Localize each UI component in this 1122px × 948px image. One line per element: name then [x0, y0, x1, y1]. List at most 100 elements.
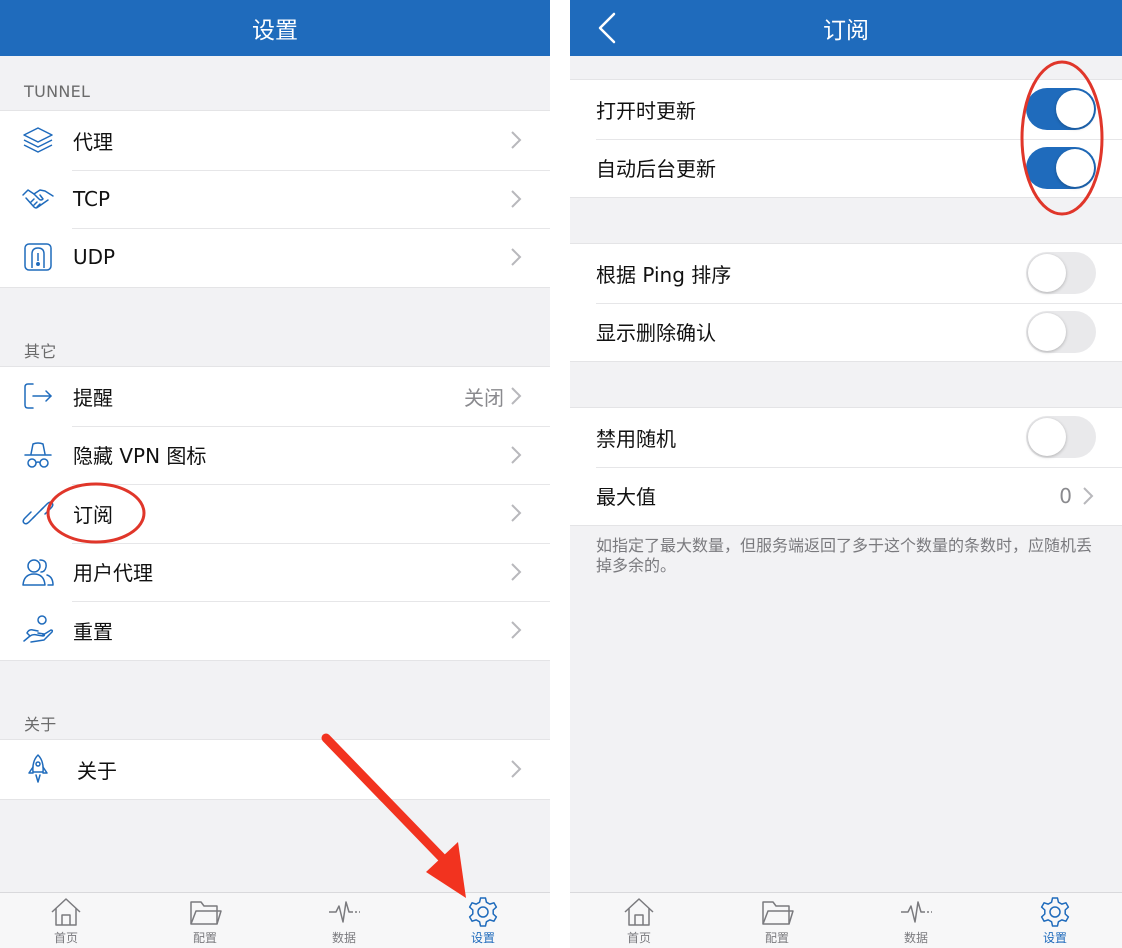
setting-update-on-open: 打开时更新 [570, 80, 1122, 139]
other-group: 提醒 关闭 隐藏 VPN 图标 订阅 用户代理 重置 [0, 366, 550, 661]
tunnel-icon [20, 239, 56, 275]
subscription-nav-bar: 订阅 [570, 0, 1122, 56]
tab-label: 数据 [903, 931, 928, 945]
disable-random-toggle[interactable] [1026, 416, 1096, 459]
tab-label: 配置 [192, 931, 217, 945]
settings-item-label: 用户代理 [73, 561, 153, 586]
setting-label: 禁用随机 [596, 426, 676, 451]
chevron-right-icon [511, 760, 522, 778]
chevron-right-icon [511, 248, 522, 266]
users-icon [20, 554, 56, 590]
alert-status-value: 关闭 [464, 385, 504, 410]
settings-item-label: TCP [73, 186, 111, 211]
settings-nav-bar: 设置 [0, 0, 550, 56]
tunnel-group: 代理 TCP UDP [0, 110, 550, 288]
rocket-icon [20, 751, 56, 787]
setting-max-value[interactable]: 最大值 0 [570, 466, 1122, 526]
tab-label: 设置 [470, 931, 495, 945]
settings-item-label: 代理 [73, 129, 113, 154]
home-icon [624, 898, 654, 926]
max-value-footnote: 如指定了最大数量，但服务端返回了多于这个数量的条数时，应随机丢掉多余的。 [596, 536, 1093, 575]
setting-auto-background-update: 自动后台更新 [570, 138, 1122, 198]
folder-icon [762, 901, 794, 925]
tab-settings[interactable]: 设置 [453, 896, 513, 948]
setting-label: 最大值 [596, 485, 656, 510]
subscription-screen: 订阅 打开时更新 自动后台更新 根据 Ping 排序 显示删除确认 禁用随机 最… [570, 0, 1122, 948]
setting-label: 根据 Ping 排序 [596, 262, 732, 287]
update-group: 打开时更新 自动后台更新 [570, 79, 1122, 198]
toggle-knob [1028, 418, 1066, 457]
setting-disable-random: 禁用随机 [570, 408, 1122, 467]
tab-label: 数据 [331, 931, 356, 945]
chevron-right-icon [511, 621, 522, 639]
page-title: 设置 [252, 18, 298, 44]
tab-label: 设置 [1042, 931, 1067, 945]
sort-group: 根据 Ping 排序 显示删除确认 [570, 243, 1122, 362]
settings-item-reset[interactable]: 重置 [0, 601, 550, 660]
home-icon [51, 898, 81, 926]
layers-icon [20, 122, 56, 158]
settings-item-user-agent[interactable]: 用户代理 [0, 542, 550, 602]
tab-label: 首页 [626, 931, 651, 945]
section-header-tunnel: TUNNEL [24, 82, 91, 101]
update-on-open-toggle[interactable] [1026, 88, 1096, 131]
incognito-icon [20, 437, 56, 473]
folder-icon [190, 901, 222, 925]
settings-item-about[interactable]: 关于 [0, 740, 550, 799]
tab-label: 配置 [764, 931, 789, 945]
back-chevron-icon[interactable] [592, 8, 622, 48]
tab-data[interactable]: 数据 [886, 896, 946, 948]
handshake-icon [20, 181, 56, 217]
tab-config[interactable]: 配置 [747, 896, 807, 948]
hand-icon [20, 612, 56, 648]
pulse-icon [329, 901, 360, 923]
settings-item-label: 提醒 [73, 385, 113, 410]
sort-by-ping-toggle[interactable] [1026, 252, 1096, 295]
show-delete-confirm-toggle[interactable] [1026, 310, 1096, 353]
settings-item-label: 关于 [77, 758, 117, 783]
chevron-right-icon [511, 387, 522, 405]
setting-label: 自动后台更新 [596, 157, 716, 182]
chevron-right-icon [511, 446, 522, 464]
random-group: 禁用随机 最大值 0 [570, 407, 1122, 526]
pulse-icon [901, 901, 932, 923]
toggle-knob [1028, 312, 1066, 351]
gear-icon [468, 897, 498, 927]
section-header-about: 关于 [24, 715, 57, 734]
chevron-right-icon [511, 504, 522, 522]
settings-item-label: 隐藏 VPN 图标 [73, 444, 207, 469]
tab-home[interactable]: 首页 [36, 896, 96, 948]
settings-item-proxy[interactable]: 代理 [0, 111, 550, 170]
toggle-knob [1056, 90, 1094, 129]
tab-home[interactable]: 首页 [609, 896, 669, 948]
toggle-knob [1028, 254, 1066, 293]
tab-settings[interactable]: 设置 [1025, 896, 1085, 948]
tab-config[interactable]: 配置 [175, 896, 235, 948]
settings-item-alert[interactable]: 提醒 关闭 [0, 367, 550, 426]
settings-item-label: 订阅 [73, 502, 113, 527]
chevron-right-icon [511, 131, 522, 149]
settings-item-hide-vpn-icon[interactable]: 隐藏 VPN 图标 [0, 425, 550, 485]
settings-screen: 设置 TUNNEL 代理 TCP UDP 其它 提醒 关闭 隐藏 VPN 图标 … [0, 0, 550, 948]
page-title: 订阅 [823, 18, 869, 44]
chevron-right-icon [511, 563, 522, 581]
setting-sort-by-ping: 根据 Ping 排序 [570, 244, 1122, 303]
settings-item-subscription[interactable]: 订阅 [0, 484, 550, 543]
settings-item-label: 重置 [73, 619, 113, 644]
tab-bar: 首页 配置 数据 设置 [0, 892, 550, 948]
max-value: 0 [1059, 483, 1072, 508]
settings-item-tcp[interactable]: TCP [0, 169, 550, 229]
tab-bar: 首页 配置 数据 设置 [570, 892, 1122, 948]
tab-data[interactable]: 数据 [314, 896, 374, 948]
auto-background-update-toggle[interactable] [1026, 146, 1096, 189]
about-group: 关于 [0, 739, 550, 800]
gear-icon [1040, 897, 1070, 927]
chevron-right-icon [511, 190, 522, 208]
settings-item-udp[interactable]: UDP [0, 228, 550, 287]
setting-show-delete-confirm: 显示删除确认 [570, 302, 1122, 362]
settings-item-label: UDP [73, 245, 116, 270]
setting-label: 打开时更新 [596, 98, 696, 123]
exit-arrow-icon [20, 378, 56, 414]
link-icon [20, 495, 56, 531]
setting-label: 显示删除确认 [596, 321, 716, 346]
